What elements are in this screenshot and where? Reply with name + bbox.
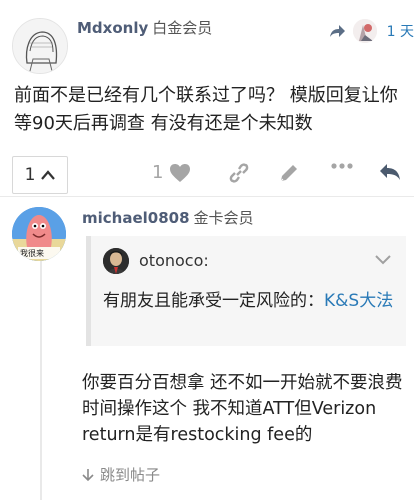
avatar-caption: 我很来 [20, 249, 44, 258]
post-body: 前面不是已经有几个联系过了吗？ 模版回复让你等90天后再调查 有没有还是个未知数 [14, 85, 398, 134]
edit-button[interactable] [278, 162, 300, 184]
jump-to-post-link[interactable]: 跳到帖子 [82, 464, 160, 485]
quote-text: 有朋友且能承受一定风险的：K&S大法 [103, 288, 397, 314]
user-title: 白金会员 [152, 19, 213, 37]
chevron-down-icon[interactable] [374, 250, 392, 268]
post-actions: 1 1 [0, 152, 414, 196]
replies-toggle-button[interactable]: 1 [12, 156, 68, 194]
post-author: Mdxonly 白金会员 [77, 17, 212, 38]
thread-line [40, 226, 42, 500]
heart-icon [170, 163, 191, 182]
username[interactable]: Mdxonly [77, 19, 148, 37]
pencil-icon [280, 165, 297, 182]
like-count: 1 [152, 162, 164, 183]
reply-button[interactable] [378, 162, 402, 182]
copy-link-button[interactable] [228, 162, 250, 184]
reply-icon [380, 164, 400, 180]
chevron-up-icon [41, 170, 56, 180]
more-button[interactable] [330, 162, 354, 170]
replies-count: 1 [24, 165, 36, 185]
reply-to-link[interactable]: 1 天 [329, 19, 414, 43]
link-icon [229, 163, 249, 183]
jump-label: 跳到帖子 [100, 466, 161, 484]
post-divider [0, 196, 414, 197]
user-avatar[interactable]: 我很来 [12, 207, 66, 261]
username[interactable]: michael0808 [82, 209, 190, 227]
quote-text-plain: 有朋友且能承受一定风险的： [103, 291, 324, 311]
quote-username[interactable]: otonoco: [139, 251, 209, 270]
like-button[interactable]: 1 [152, 162, 191, 183]
quote-avatar[interactable] [103, 248, 129, 274]
post-body: 你要百分百想拿 还不如一开始就不要浪费时间操作这个 我不知道ATT但Verizo… [82, 373, 403, 445]
more-icon [331, 163, 353, 169]
user-title: 金卡会员 [193, 209, 254, 227]
quote-block: otonoco: 有朋友且能承受一定风险的：K&S大法 [86, 236, 406, 346]
post-author: michael0808 金卡会员 [82, 207, 254, 228]
reply-time: 1 天 [386, 24, 414, 40]
reply-to-avatar [352, 19, 377, 43]
user-avatar[interactable] [12, 18, 68, 74]
quote-link[interactable]: K&S大法 [324, 291, 393, 311]
arrow-down-icon [82, 468, 94, 481]
reply-arrow-icon [329, 25, 345, 37]
